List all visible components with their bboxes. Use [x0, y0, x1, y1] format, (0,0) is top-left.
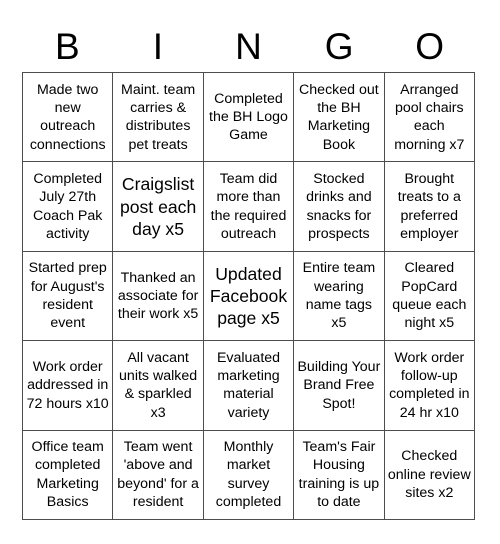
bingo-cell-label: Checked out the BH Marketing Book [299, 81, 379, 153]
bingo-cell-label: Monthly market survey completed [215, 439, 282, 511]
bingo-header-letter-i: I [152, 25, 164, 67]
bingo-header-letter-o: O [415, 25, 445, 67]
bingo-cell-label: Entire team wearing name tags x5 [302, 260, 376, 332]
bingo-cell[interactable]: Checked out the BH Marketing Book [294, 73, 385, 163]
bingo-cell-label: Updated Facebook page x5 [209, 263, 288, 329]
bingo-cell-label: Evaluated marketing material variety [216, 349, 281, 421]
bingo-cell-label: Cleared PopCard queue each night x5 [392, 260, 467, 332]
bingo-cell-label: All vacant units walked & sparkled x3 [119, 349, 198, 421]
bingo-cell[interactable]: Building Your Brand Free Spot! [294, 341, 385, 431]
bingo-cell[interactable]: Cleared PopCard queue each night x5 [384, 251, 475, 342]
bingo-cell[interactable]: Office team completed Marketing Basics [23, 430, 114, 520]
bingo-cell[interactable]: Craigslist post each day x5 [113, 162, 204, 252]
bingo-cell-label: Checked online review sites x2 [387, 448, 471, 501]
bingo-grid: Made two new outreach connections Maint.… [22, 72, 475, 520]
bingo-cell[interactable]: Team went 'above and beyond' for a resid… [113, 430, 204, 520]
bingo-cell[interactable]: Stocked drinks and snacks for prospects [294, 162, 385, 252]
bingo-cell[interactable]: Team's Fair Housing training is up to da… [294, 430, 385, 520]
bingo-header-letter-n: N [235, 25, 262, 67]
bingo-cell-label: Work order addressed in 72 hours x10 [26, 358, 109, 412]
bingo-cell[interactable]: Work order addressed in 72 hours x10 [23, 341, 114, 431]
bingo-card: B I N G O Made two new outreach connecti… [0, 0, 500, 544]
bingo-cell-label: Completed July 27th Coach Pak activity [32, 170, 103, 242]
bingo-cell-label: Completed the BH Logo Game [209, 90, 288, 144]
bingo-cell[interactable]: Work order follow-up completed in 24 hr … [384, 341, 475, 431]
bingo-header-letter-g: G [324, 25, 354, 67]
bingo-cell-label: Building Your Brand Free Spot! [297, 358, 381, 412]
bingo-cell[interactable]: Monthly market survey completed [203, 430, 295, 520]
bingo-cell[interactable]: Maint. team carries & distributes pet tr… [113, 73, 204, 163]
bingo-cell-label: Brought treats to a preferred employer [397, 170, 461, 242]
bingo-cell[interactable]: Checked online review sites x2 [384, 430, 475, 520]
bingo-cell-label: Started prep for August's resident event [28, 260, 107, 332]
bingo-cell[interactable]: Made two new outreach connections [23, 73, 114, 163]
bingo-cell[interactable]: Started prep for August's resident event [23, 251, 114, 342]
bingo-cell[interactable]: Updated Facebook page x5 [203, 251, 295, 342]
bingo-header-letter-b: B [54, 25, 80, 67]
bingo-cell-label: Team went 'above and beyond' for a resid… [117, 439, 199, 511]
bingo-cell[interactable]: Brought treats to a preferred employer [384, 162, 475, 252]
bingo-cell[interactable]: All vacant units walked & sparkled x3 [113, 341, 204, 431]
bingo-cell-label: Team did more than the required outreach [210, 170, 287, 242]
bingo-cell-label: Craigslist post each day x5 [119, 174, 197, 239]
bingo-cell-label: Team's Fair Housing training is up to da… [298, 439, 380, 511]
bingo-cell-label: Stocked drinks and snacks for prospects [306, 170, 372, 242]
bingo-cell[interactable]: Arranged pool chairs each morning x7 [384, 73, 475, 163]
bingo-cell[interactable]: Team did more than the required outreach [203, 162, 295, 252]
bingo-cell[interactable]: Entire team wearing name tags x5 [294, 251, 385, 342]
bingo-cell[interactable]: Thanked an associate for their work x5 [113, 251, 204, 342]
bingo-cell-label: Made two new outreach connections [29, 81, 106, 153]
bingo-header-row: B I N G O [22, 20, 475, 72]
bingo-cell-label: Thanked an associate for their work x5 [117, 269, 199, 323]
bingo-cell[interactable]: Evaluated marketing material variety [203, 341, 295, 431]
bingo-cell-label: Arranged pool chairs each morning x7 [394, 81, 465, 153]
bingo-cell-label: Work order follow-up completed in 24 hr … [389, 349, 470, 421]
bingo-cell-label: Office team completed Marketing Basics [31, 439, 104, 511]
bingo-cell-label: Maint. team carries & distributes pet tr… [121, 81, 196, 153]
bingo-cell[interactable]: Completed the BH Logo Game [203, 73, 295, 163]
bingo-cell[interactable]: Completed July 27th Coach Pak activity [23, 162, 114, 252]
